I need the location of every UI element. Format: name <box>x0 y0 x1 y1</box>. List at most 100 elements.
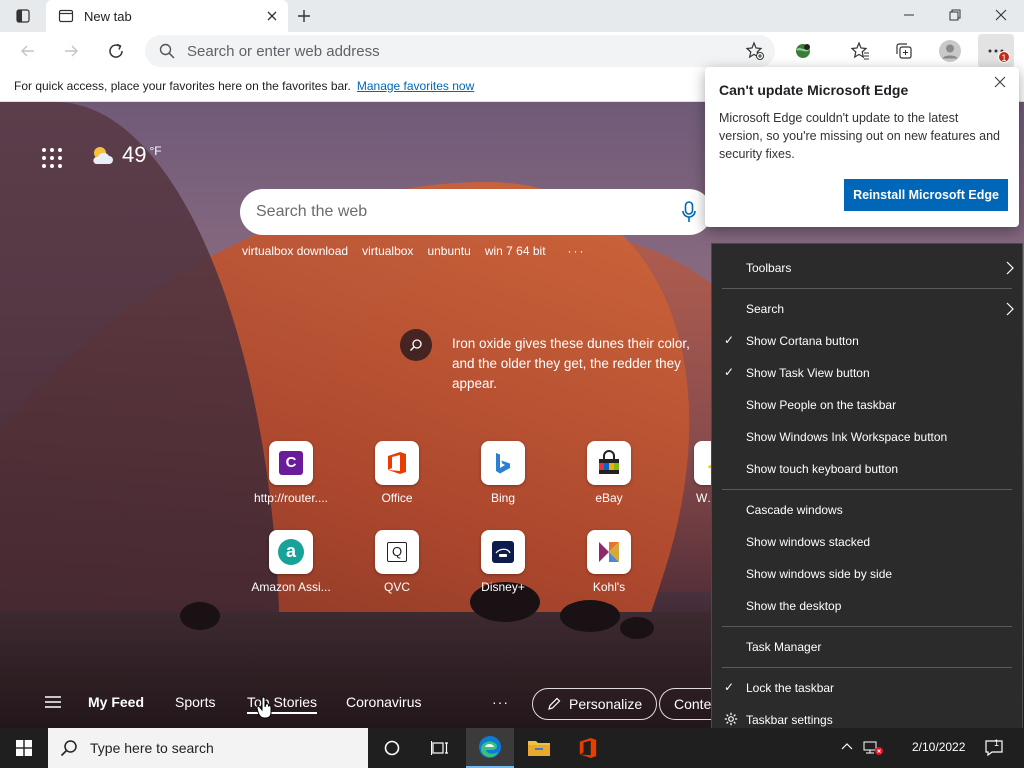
menu-item-show-desktop[interactable]: Show the desktop <box>712 592 1022 620</box>
hamburger-menu-icon[interactable] <box>44 695 62 712</box>
avatar <box>939 40 961 62</box>
menu-divider <box>722 288 1012 289</box>
quick-link-tile[interactable]: Disney+ <box>458 530 548 594</box>
restore-button[interactable] <box>932 0 978 30</box>
new-tab-button[interactable] <box>292 4 316 28</box>
recent-search-chip[interactable]: unbuntu <box>427 244 470 258</box>
browser-toolbar: Search or enter web address 1 <box>0 32 1024 70</box>
menu-item-stacked[interactable]: Show windows stacked <box>712 528 1022 556</box>
more-topics-icon[interactable]: ··· <box>492 694 509 710</box>
tab-coronavirus[interactable]: Coronavirus <box>346 694 421 710</box>
start-button[interactable] <box>0 728 48 768</box>
quick-link-label: QVC <box>383 580 410 594</box>
weather-widget[interactable]: 49 °F <box>90 142 162 168</box>
quick-link-tile[interactable]: Kohl's <box>564 530 654 594</box>
personalize-button[interactable]: Personalize <box>532 688 658 720</box>
back-button[interactable] <box>13 37 43 65</box>
menu-item-show-people[interactable]: Show People on the taskbar <box>712 391 1022 419</box>
tab-my-feed[interactable]: My Feed <box>88 694 144 710</box>
collections-icon <box>896 43 912 59</box>
taskbar-edge[interactable] <box>466 728 514 768</box>
office-icon <box>375 441 419 485</box>
refresh-button[interactable] <box>101 37 131 65</box>
quick-link-tile[interactable]: Bing <box>458 441 548 505</box>
disney-plus-icon <box>481 530 525 574</box>
quick-link-label: Amazon Assi... <box>251 580 331 594</box>
image-info-button[interactable] <box>400 329 432 361</box>
web-search-box[interactable]: Search the web <box>240 189 712 235</box>
address-bar[interactable]: Search or enter web address <box>145 35 775 67</box>
image-fact-text[interactable]: Iron oxide gives these dunes their color… <box>452 334 712 394</box>
taskbar-file-explorer[interactable] <box>515 728 563 768</box>
favorites-bar-message: For quick access, place your favorites h… <box>14 78 351 93</box>
forward-arrow-icon <box>65 45 78 57</box>
settings-and-more-button[interactable]: 1 <box>978 34 1014 68</box>
microphone-icon[interactable] <box>682 201 696 228</box>
tab-actions-button[interactable] <box>8 5 38 27</box>
menu-item-toolbars[interactable]: Toolbars <box>712 254 1022 282</box>
plus-icon <box>298 10 310 22</box>
web-search-input[interactable]: Search the web <box>256 203 367 221</box>
profile-button[interactable] <box>936 38 964 64</box>
recent-search-chip[interactable]: win 7 64 bit <box>485 244 546 258</box>
search-icon <box>159 43 175 59</box>
task-view-button[interactable] <box>416 728 464 768</box>
ebay-bag-icon <box>587 441 631 485</box>
menu-item-show-cortana[interactable]: ✓ Show Cortana button <box>712 327 1022 355</box>
edge-icon <box>479 736 501 758</box>
action-center-button[interactable]: 1 <box>984 738 1004 758</box>
extension-button[interactable] <box>789 38 817 64</box>
manage-favorites-link[interactable]: Manage favorites now <box>357 79 474 93</box>
back-arrow-icon <box>21 45 34 57</box>
grid-icon <box>42 148 62 168</box>
tab-sports[interactable]: Sports <box>175 694 215 710</box>
menu-item-cascade[interactable]: Cascade windows <box>712 496 1022 524</box>
quick-link-tile[interactable]: Wa <box>670 441 712 505</box>
checkmark-icon: ✓ <box>724 333 735 347</box>
quick-link-tile[interactable]: Q QVC <box>352 530 442 594</box>
tab-new-tab[interactable]: New tab <box>46 0 288 32</box>
content-visible-button[interactable]: Conte <box>659 688 712 720</box>
menu-item-task-manager[interactable]: Task Manager <box>712 633 1022 661</box>
menu-item-show-ink-workspace[interactable]: Show Windows Ink Workspace button <box>712 423 1022 451</box>
address-input[interactable]: Search or enter web address <box>187 43 380 60</box>
more-searches-icon[interactable]: ··· <box>568 244 586 258</box>
router-tile-icon: C <box>269 441 313 485</box>
taskbar-date[interactable]: 2/10/2022 <box>912 740 965 754</box>
app-launcher-button[interactable] <box>40 146 64 170</box>
feed-navigation: My Feed Sports Top Stories Coronavirus ·… <box>0 686 712 720</box>
quick-link-label: Kohl's <box>592 580 626 594</box>
quick-link-tile[interactable]: C http://router.... <box>246 441 336 505</box>
cortana-button[interactable] <box>368 728 416 768</box>
network-disconnected-icon[interactable] <box>862 740 884 756</box>
taskbar-search-box[interactable]: Type here to search <box>48 728 368 768</box>
menu-item-search[interactable]: Search <box>712 295 1022 323</box>
restore-icon <box>949 9 961 21</box>
recent-search-chip[interactable]: virtualbox <box>362 244 413 258</box>
qvc-icon: Q <box>375 530 419 574</box>
close-window-button[interactable] <box>978 0 1024 30</box>
kohls-icon <box>587 530 631 574</box>
taskbar-search-input[interactable]: Type here to search <box>90 740 214 756</box>
close-icon[interactable] <box>993 75 1009 91</box>
collections-button[interactable] <box>890 38 918 64</box>
close-tab-icon[interactable] <box>264 8 280 24</box>
add-favorite-button[interactable] <box>741 38 769 64</box>
recent-search-chip[interactable]: virtualbox download <box>242 244 348 258</box>
menu-item-side-by-side[interactable]: Show windows side by side <box>712 560 1022 588</box>
quick-link-tile[interactable]: Office <box>352 441 442 505</box>
favorites-button[interactable] <box>846 38 874 64</box>
reinstall-edge-button[interactable]: Reinstall Microsoft Edge <box>844 179 1008 211</box>
menu-item-lock-taskbar[interactable]: ✓ Lock the taskbar <box>712 674 1022 702</box>
menu-item-show-task-view[interactable]: ✓ Show Task View button <box>712 359 1022 387</box>
forward-button[interactable] <box>56 37 86 65</box>
quick-link-tile[interactable]: a Amazon Assi... <box>246 530 336 594</box>
amazon-assistant-icon: a <box>269 530 313 574</box>
quick-link-tile[interactable]: eBay <box>564 441 654 505</box>
minimize-button[interactable] <box>886 0 932 30</box>
menu-item-show-touch-keyboard[interactable]: Show touch keyboard button <box>712 455 1022 483</box>
taskbar-office[interactable] <box>564 728 612 768</box>
quick-link-label: Bing <box>490 491 516 505</box>
chevron-up-icon[interactable] <box>840 740 854 754</box>
minimize-icon <box>904 14 914 16</box>
